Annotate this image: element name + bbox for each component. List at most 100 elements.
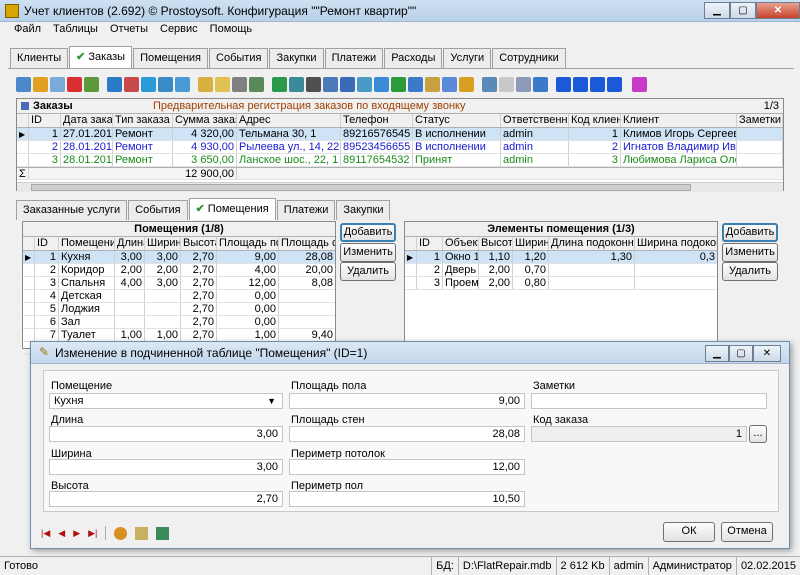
notes-field[interactable] <box>531 393 767 409</box>
elements-delete-button[interactable]: Удалить <box>722 262 778 281</box>
mail-icon[interactable] <box>408 76 423 92</box>
close-button[interactable]: ✕ <box>756 2 800 19</box>
table-row[interactable]: 4 Детская 2,70 0,00 <box>23 290 335 303</box>
col-order-sum[interactable]: Сумма заказа <box>173 114 237 127</box>
refresh-icon[interactable] <box>272 76 287 92</box>
next-record-icon[interactable]: ▶ <box>73 528 80 539</box>
tab-services[interactable]: Услуги <box>443 48 492 68</box>
copy-icon[interactable] <box>50 76 65 92</box>
table-row[interactable]: 6 Зал 2,70 0,00 <box>23 316 335 329</box>
find-next-icon[interactable] <box>215 76 230 92</box>
tab-events[interactable]: События <box>209 48 269 68</box>
sort-icon[interactable] <box>289 76 304 92</box>
elements-edit-button[interactable]: Изменить <box>722 243 778 262</box>
col-id[interactable]: ID <box>29 114 61 127</box>
table-row[interactable]: 3 28.01.2015 Ремонт 3 650,00 Ланское шос… <box>17 154 783 167</box>
attach-icon[interactable] <box>482 76 497 92</box>
table-row[interactable]: 2 Дверь 2,00 0,70 <box>405 264 717 277</box>
next-record-icon[interactable] <box>590 76 605 92</box>
edit-icon[interactable] <box>33 76 48 92</box>
last-record-icon[interactable]: ▶| <box>88 528 97 539</box>
width-field[interactable]: 3,00 <box>49 459 283 475</box>
table-row[interactable]: 2 Коридор 2,00 2,00 2,70 4,00 20,00 <box>23 264 335 277</box>
filter-by-selection-icon[interactable] <box>141 76 156 92</box>
minimize-button[interactable]: ▁ <box>704 2 730 19</box>
tab-sub-events[interactable]: События <box>128 200 188 220</box>
col-status[interactable]: Статус <box>413 114 501 127</box>
tools-icon[interactable] <box>114 526 128 540</box>
tab-sub-rooms[interactable]: ✔ Помещения <box>188 198 276 220</box>
settings-icon[interactable] <box>516 76 531 92</box>
table-row[interactable]: 5 Лоджия 2,70 0,00 <box>23 303 335 316</box>
last-record-icon[interactable] <box>607 76 622 92</box>
col-client[interactable]: Клиент <box>621 114 737 127</box>
save-icon[interactable] <box>84 76 99 92</box>
filter-saved-icon[interactable] <box>175 76 190 92</box>
tab-employees[interactable]: Сотрудники <box>492 48 566 68</box>
order-code-field[interactable]: 1 <box>531 426 747 442</box>
maximize-button[interactable]: ▢ <box>730 2 756 19</box>
ceiling-perimeter-field[interactable]: 12,00 <box>289 459 525 475</box>
report-icon[interactable] <box>340 76 355 92</box>
floor-area-field[interactable]: 9,00 <box>289 393 525 409</box>
rooms-edit-button[interactable]: Изменить <box>340 243 396 262</box>
menu-tables[interactable]: Таблицы <box>47 22 104 38</box>
order-code-lookup-button[interactable]: ... <box>749 425 767 443</box>
wall-area-field[interactable]: 28,08 <box>289 426 525 442</box>
first-record-icon[interactable]: |◀ <box>41 528 50 539</box>
chart-icon[interactable] <box>459 76 474 92</box>
tab-rooms[interactable]: Помещения <box>133 48 209 68</box>
col-order-date[interactable]: Дата заказа <box>61 114 113 127</box>
delete-icon[interactable] <box>67 76 82 92</box>
ok-button[interactable]: ОК <box>663 522 715 542</box>
print-icon[interactable] <box>306 76 321 92</box>
menu-service[interactable]: Сервис <box>154 22 204 38</box>
find-icon[interactable] <box>198 76 213 92</box>
grid-icon[interactable] <box>249 76 264 92</box>
calendar-icon[interactable] <box>135 526 149 540</box>
orders-hscrollbar[interactable] <box>17 182 783 192</box>
print-preview-icon[interactable] <box>323 76 338 92</box>
export-icon[interactable] <box>357 76 372 92</box>
rooms-delete-button[interactable]: Удалить <box>340 262 396 281</box>
height-field[interactable]: 2,70 <box>49 491 283 507</box>
table-row[interactable]: ▶ 1 Окно 1 1,10 1,20 1,30 0,3 <box>405 251 717 264</box>
col-address[interactable]: Адрес <box>237 114 341 127</box>
cancel-button[interactable]: Отмена <box>721 522 773 542</box>
spellcheck-icon[interactable] <box>632 76 647 92</box>
col-order-type[interactable]: Тип заказа <box>113 114 173 127</box>
columns-icon[interactable] <box>442 76 457 92</box>
room-select[interactable]: Кухня ▼ <box>49 393 283 409</box>
tab-expenses[interactable]: Расходы <box>384 48 443 68</box>
new-record-icon[interactable] <box>16 76 31 92</box>
notes-icon[interactable] <box>499 76 514 92</box>
info-icon[interactable] <box>533 76 548 92</box>
dialog-maximize-button[interactable]: ▢ <box>729 345 753 362</box>
prev-record-icon[interactable]: ◀ <box>58 528 65 539</box>
rooms-add-button[interactable]: Добавить <box>340 223 396 242</box>
tab-payments[interactable]: Платежи <box>324 48 384 68</box>
col-notes[interactable]: Заметки <box>737 114 783 127</box>
word-icon[interactable] <box>374 76 389 92</box>
menu-reports[interactable]: Отчеты <box>104 22 154 38</box>
col-responsible[interactable]: Ответственный <box>501 114 569 127</box>
elements-add-button[interactable]: Добавить <box>722 223 778 242</box>
tab-sub-payments[interactable]: Платежи <box>276 200 336 220</box>
tab-purchases[interactable]: Закупки <box>269 48 324 68</box>
col-client-code[interactable]: Код клиента <box>569 114 621 127</box>
prev-record-icon[interactable] <box>573 76 588 92</box>
floor-perimeter-field[interactable]: 10,50 <box>289 491 525 507</box>
table-row[interactable]: 3 Проем 2,00 0,80 <box>405 277 717 290</box>
sql-icon[interactable] <box>232 76 247 92</box>
tab-clients[interactable]: Клиенты <box>10 48 69 68</box>
dialog-minimize-button[interactable]: ▁ <box>705 345 729 362</box>
table-row[interactable]: ▶ 1 Кухня 3,00 3,00 2,70 9,00 28,08 <box>23 251 335 264</box>
length-field[interactable]: 3,00 <box>49 426 283 442</box>
table-row[interactable]: 3 Спальня 4,00 3,00 2,70 12,00 8,08 <box>23 277 335 290</box>
tab-ordered-services[interactable]: Заказанные услуги <box>16 200 128 220</box>
menu-file[interactable]: Файл <box>8 22 47 38</box>
filter-clear-icon[interactable] <box>124 76 139 92</box>
dialog-close-button[interactable]: ✕ <box>753 345 781 362</box>
form-settings-icon[interactable] <box>156 526 170 540</box>
first-record-icon[interactable] <box>556 76 571 92</box>
